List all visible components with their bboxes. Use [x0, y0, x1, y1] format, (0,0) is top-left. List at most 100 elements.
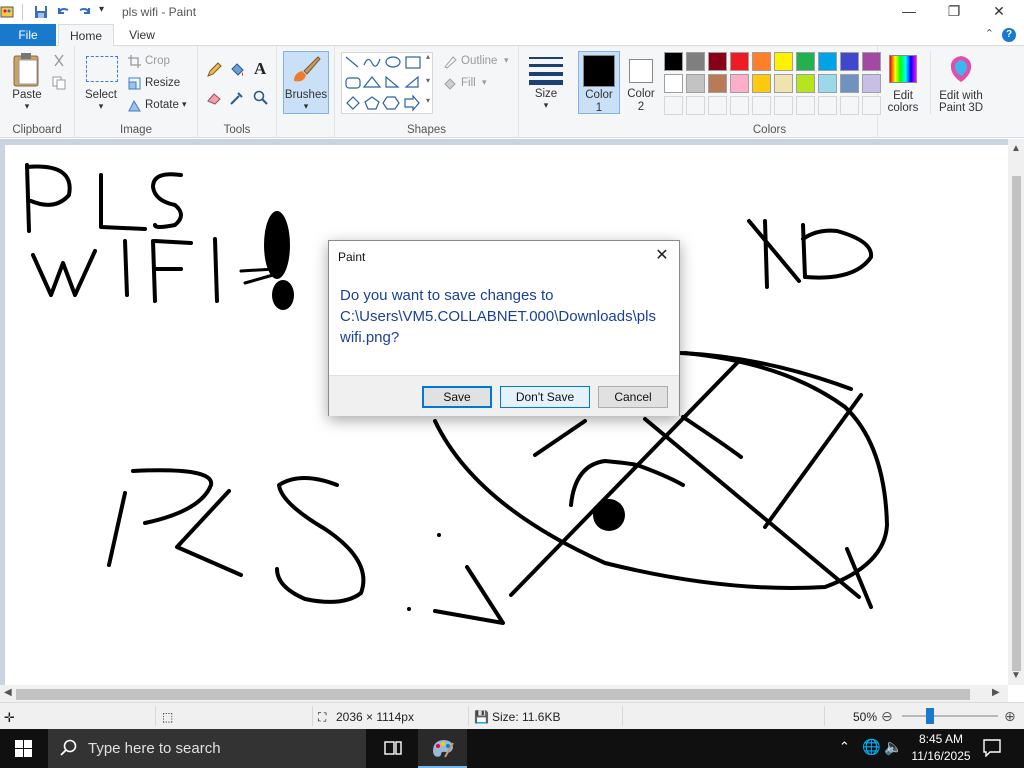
help-icon[interactable]: ?: [1002, 28, 1016, 42]
text-tool-icon[interactable]: A: [254, 59, 266, 79]
dont-save-button[interactable]: Don't Save: [500, 386, 590, 408]
resize-button[interactable]: Resize: [145, 77, 180, 89]
tab-file[interactable]: File: [0, 24, 56, 46]
magnifier-icon[interactable]: [253, 90, 269, 106]
color-swatch[interactable]: [664, 74, 683, 93]
show-hidden-icons-icon[interactable]: ⌃: [839, 739, 850, 755]
task-view-icon[interactable]: [383, 739, 403, 757]
zoom-in-icon[interactable]: ⊕: [1004, 708, 1016, 725]
paste-icon[interactable]: [11, 52, 43, 88]
crop-button[interactable]: Crop: [145, 55, 170, 67]
fill-dropdown-icon[interactable]: ▾: [482, 77, 487, 88]
color-swatch[interactable]: [686, 52, 705, 71]
size-button[interactable]: Size ▾: [524, 51, 568, 114]
copy-icon[interactable]: [52, 76, 66, 90]
paste-dropdown-icon[interactable]: ▾: [2, 101, 52, 112]
select-dropdown-icon[interactable]: ▾: [75, 101, 127, 112]
windows-start-icon[interactable]: [15, 740, 32, 757]
color1-button[interactable]: Color 1: [578, 51, 620, 114]
fill-bucket-icon[interactable]: [229, 62, 245, 78]
outline-button[interactable]: Outline: [461, 55, 497, 67]
zoom-slider-thumb[interactable]: [925, 708, 934, 724]
volume-muted-icon[interactable]: 🔈: [884, 738, 903, 756]
rotate-dropdown-icon[interactable]: ▾: [182, 99, 187, 110]
rotate-icon[interactable]: [128, 99, 141, 112]
collapse-ribbon-icon[interactable]: ⌃: [985, 27, 994, 40]
custom-color-slot[interactable]: [686, 96, 705, 115]
color-swatch[interactable]: [840, 74, 859, 93]
color-swatch[interactable]: [774, 52, 793, 71]
color-swatch[interactable]: [752, 52, 771, 71]
custom-color-slot[interactable]: [862, 96, 881, 115]
edit-colors-button[interactable]: Edit colors: [882, 51, 924, 114]
color-swatch[interactable]: [818, 74, 837, 93]
zoom-slider-track[interactable]: [902, 715, 998, 717]
shapes-gallery[interactable]: [341, 52, 433, 114]
minimize-button[interactable]: —: [886, 0, 932, 24]
horizontal-scrollbar[interactable]: ◀ ▶: [0, 685, 1008, 702]
color-swatch[interactable]: [730, 74, 749, 93]
brushes-button[interactable]: Brushes ▾: [283, 51, 329, 114]
select-icon[interactable]: [86, 56, 118, 82]
select-button[interactable]: Select: [75, 89, 127, 101]
custom-color-slot[interactable]: [664, 96, 683, 115]
color-swatch[interactable]: [686, 74, 705, 93]
scroll-up-icon[interactable]: ▲: [1011, 143, 1021, 154]
color-swatch[interactable]: [730, 52, 749, 71]
custom-color-slot[interactable]: [840, 96, 859, 115]
cancel-button[interactable]: Cancel: [598, 386, 668, 408]
color-swatch[interactable]: [664, 52, 683, 71]
color-swatch[interactable]: [752, 74, 771, 93]
paste-button[interactable]: Paste: [2, 89, 52, 101]
outline-icon[interactable]: [443, 55, 457, 69]
edit-with-paint3d-button[interactable]: Edit with Paint 3D: [930, 51, 990, 114]
eraser-icon[interactable]: [206, 90, 222, 106]
fill-button[interactable]: Fill: [461, 77, 476, 89]
scroll-left-icon[interactable]: ◀: [4, 687, 12, 698]
resize-icon[interactable]: [128, 77, 141, 90]
zoom-out-icon[interactable]: ⊖: [881, 708, 893, 725]
scroll-right-icon[interactable]: ▶: [992, 687, 1000, 698]
color-swatch[interactable]: [796, 52, 815, 71]
notifications-icon[interactable]: [983, 739, 1001, 757]
color-swatch[interactable]: [862, 74, 881, 93]
custom-color-slot[interactable]: [818, 96, 837, 115]
color-swatch[interactable]: [774, 74, 793, 93]
close-window-button[interactable]: ✕: [976, 0, 1022, 24]
color-swatch[interactable]: [818, 52, 837, 71]
maximize-button[interactable]: ❐: [931, 0, 977, 24]
color-swatch[interactable]: [796, 74, 815, 93]
custom-color-slot[interactable]: [730, 96, 749, 115]
shapes-scroll-down-icon[interactable]: ▾: [426, 76, 430, 85]
taskbar-clock[interactable]: 8:45 AM 11/16/2025: [903, 731, 979, 765]
dialog-close-button[interactable]: ✕: [653, 247, 671, 265]
pencil-icon[interactable]: [206, 62, 222, 78]
color-picker-icon[interactable]: [229, 90, 245, 106]
taskbar-paint-app[interactable]: [418, 729, 467, 768]
shapes-scroll-up-icon[interactable]: ▴: [426, 52, 430, 61]
custom-color-slot[interactable]: [796, 96, 815, 115]
customize-toolbar-icon[interactable]: ▾: [99, 4, 104, 15]
color-swatch[interactable]: [840, 52, 859, 71]
color-swatch[interactable]: [708, 52, 727, 71]
scroll-down-icon[interactable]: ▼: [1011, 670, 1021, 681]
horizontal-scroll-thumb[interactable]: [16, 689, 970, 700]
color-swatch[interactable]: [862, 52, 881, 71]
undo-icon[interactable]: [55, 4, 71, 20]
vertical-scroll-thumb[interactable]: [1012, 176, 1021, 671]
save-icon[interactable]: [33, 4, 49, 20]
outline-dropdown-icon[interactable]: ▾: [504, 55, 509, 66]
taskbar-search-box[interactable]: Type here to search: [48, 729, 366, 768]
vertical-scrollbar[interactable]: ▲ ▼: [1008, 139, 1024, 685]
custom-color-slot[interactable]: [708, 96, 727, 115]
tab-home[interactable]: Home: [58, 24, 114, 47]
custom-color-slot[interactable]: [774, 96, 793, 115]
paint-app-icon[interactable]: [0, 4, 16, 20]
color-swatch[interactable]: [708, 74, 727, 93]
save-button[interactable]: Save: [422, 386, 492, 408]
tab-view[interactable]: View: [116, 24, 168, 47]
custom-color-slot[interactable]: [752, 96, 771, 115]
network-icon[interactable]: 🌐: [862, 738, 881, 756]
fill-icon[interactable]: [443, 77, 457, 91]
redo-icon[interactable]: [77, 4, 93, 20]
